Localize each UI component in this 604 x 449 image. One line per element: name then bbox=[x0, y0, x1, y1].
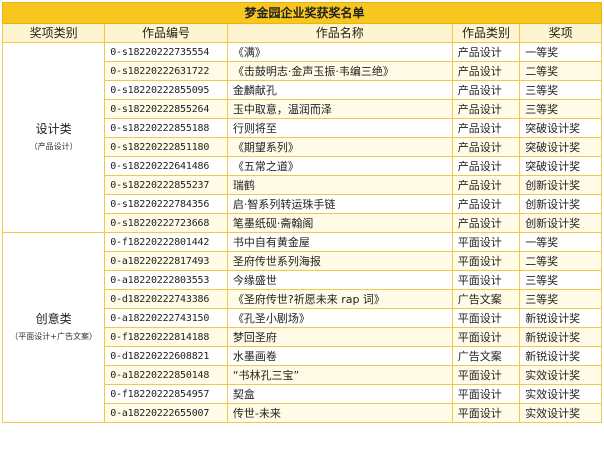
work-id-cell: 0-s18220222641486 bbox=[104, 156, 228, 176]
work-name-cell: 笔墨纸砚·斋翰阁 bbox=[226, 213, 453, 233]
work-id-cell: 0-a18220222850148 bbox=[104, 365, 228, 385]
award-cell: 三等奖 bbox=[519, 270, 602, 290]
award-cell: 三等奖 bbox=[519, 99, 602, 119]
work-id-cell: 0-s18220222735554 bbox=[104, 42, 228, 62]
work-name-cell: 金麟献孔 bbox=[226, 80, 453, 100]
work-id-cell: 0-s18220222723668 bbox=[104, 213, 228, 233]
award-cell: 二等奖 bbox=[519, 61, 602, 81]
work-id-cell: 0-d18220222743386 bbox=[104, 289, 228, 309]
work-type-cell: 平面设计 bbox=[451, 251, 521, 271]
work-name-cell: 行则将至 bbox=[226, 118, 453, 138]
category-cell: 创意类 （平面设计+广告文案） bbox=[1, 232, 106, 423]
work-name-cell: 契盒 bbox=[226, 384, 453, 404]
work-type-cell: 平面设计 bbox=[451, 327, 521, 347]
award-cell: 一等奖 bbox=[519, 232, 602, 252]
work-type-cell: 产品设计 bbox=[451, 194, 521, 214]
header-row: 奖项类别 作品编号 作品名称 作品类别 奖项 bbox=[1, 23, 602, 43]
header-award: 奖项 bbox=[519, 23, 602, 43]
work-id-cell: 0-a18220222803553 bbox=[104, 270, 228, 290]
award-cell: 实效设计奖 bbox=[519, 384, 602, 404]
award-cell: 三等奖 bbox=[519, 80, 602, 100]
award-cell: 新锐设计奖 bbox=[519, 346, 602, 366]
work-type-cell: 产品设计 bbox=[451, 118, 521, 138]
work-type-cell: 平面设计 bbox=[451, 403, 521, 423]
award-cell: 二等奖 bbox=[519, 251, 602, 271]
award-cell: 创新设计奖 bbox=[519, 194, 602, 214]
work-name-cell: 今缘盛世 bbox=[226, 270, 453, 290]
award-cell: 创新设计奖 bbox=[519, 213, 602, 233]
work-type-cell: 产品设计 bbox=[451, 61, 521, 81]
work-name-cell: 《期望系列》 bbox=[226, 137, 453, 157]
category-label: 设计类 bbox=[35, 121, 72, 136]
work-id-cell: 0-a18220222743150 bbox=[104, 308, 228, 328]
work-id-cell: 0-f18220222854957 bbox=[104, 384, 228, 404]
page-title: 梦金园企业奖获奖名单 bbox=[2, 2, 602, 24]
category-label: 创意类 bbox=[35, 311, 72, 326]
work-name-cell: 圣府传世系列海报 bbox=[226, 251, 453, 271]
title-row: 梦金园企业奖获奖名单 bbox=[2, 2, 602, 24]
work-id-cell: 0-s18220222784356 bbox=[104, 194, 228, 214]
work-name-cell: 启·智系列转运珠手链 bbox=[226, 194, 453, 214]
award-cell: 突破设计奖 bbox=[519, 137, 602, 157]
work-type-cell: 产品设计 bbox=[451, 42, 521, 62]
work-id-cell: 0-s18220222855188 bbox=[104, 118, 228, 138]
work-name-cell: 《孔圣小剧场》 bbox=[226, 308, 453, 328]
award-cell: 新锐设计奖 bbox=[519, 308, 602, 328]
work-name-cell: 《满》 bbox=[226, 42, 453, 62]
work-type-cell: 产品设计 bbox=[451, 137, 521, 157]
work-id-cell: 0-s18220222855264 bbox=[104, 99, 228, 119]
work-name-cell: 《圣府传世?祈愿未来 rap 词》 bbox=[226, 289, 453, 309]
header-work-id: 作品编号 bbox=[104, 23, 228, 43]
work-type-cell: 平面设计 bbox=[451, 384, 521, 404]
award-cell: 三等奖 bbox=[519, 289, 602, 309]
award-cell: 实效设计奖 bbox=[519, 403, 602, 423]
award-table: 梦金园企业奖获奖名单 奖项类别 作品编号 作品名称 作品类别 奖项 设计类 （产品… bbox=[1, 2, 602, 423]
work-type-cell: 广告文案 bbox=[451, 289, 521, 309]
work-name-cell: “书林孔三宝” bbox=[226, 365, 453, 385]
work-type-cell: 产品设计 bbox=[451, 80, 521, 100]
work-id-cell: 0-d18220222608821 bbox=[104, 346, 228, 366]
award-cell: 一等奖 bbox=[519, 42, 602, 62]
header-work-name: 作品名称 bbox=[226, 23, 453, 43]
work-id-cell: 0-s18220222855095 bbox=[104, 80, 228, 100]
award-cell: 实效设计奖 bbox=[519, 365, 602, 385]
work-id-cell: 0-s18220222855237 bbox=[104, 175, 228, 195]
work-name-cell: 《五常之道》 bbox=[226, 156, 453, 176]
work-name-cell: 梦回圣府 bbox=[226, 327, 453, 347]
table-row: 创意类 （平面设计+广告文案） 0-f18220222801442 书中自有黄金屋 平面… bbox=[1, 232, 602, 423]
award-cell: 突破设计奖 bbox=[519, 118, 602, 138]
work-name-cell: 水墨画卷 bbox=[226, 346, 453, 366]
work-id-cell: 0-s18220222631722 bbox=[104, 61, 228, 81]
work-name-cell: 玉中取意，温润而泽 bbox=[226, 99, 453, 119]
category-cell: 设计类 （产品设计） bbox=[1, 42, 106, 233]
work-type-cell: 产品设计 bbox=[451, 213, 521, 233]
work-name-cell: 传世-未来 bbox=[226, 403, 453, 423]
award-cell: 新锐设计奖 bbox=[519, 327, 602, 347]
work-type-cell: 广告文案 bbox=[451, 346, 521, 366]
work-type-cell: 产品设计 bbox=[451, 156, 521, 176]
category-sublabel: （平面设计+广告文案） bbox=[10, 331, 97, 341]
work-name-cell: 书中自有黄金屋 bbox=[226, 232, 453, 252]
work-type-cell: 平面设计 bbox=[451, 365, 521, 385]
work-type-cell: 平面设计 bbox=[451, 232, 521, 252]
award-cell: 突破设计奖 bbox=[519, 156, 602, 176]
work-id-cell: 0-a18220222817493 bbox=[104, 251, 228, 271]
work-id-cell: 0-s18220222851180 bbox=[104, 137, 228, 157]
work-type-cell: 平面设计 bbox=[451, 308, 521, 328]
work-id-cell: 0-a18220222655007 bbox=[104, 403, 228, 423]
work-type-cell: 产品设计 bbox=[451, 99, 521, 119]
award-cell: 创新设计奖 bbox=[519, 175, 602, 195]
category-sublabel: （产品设计） bbox=[29, 141, 78, 151]
work-id-cell: 0-f18220222801442 bbox=[104, 232, 228, 252]
work-name-cell: 瑞鹤 bbox=[226, 175, 453, 195]
header-award-category: 奖项类别 bbox=[1, 23, 106, 43]
header-work-type: 作品类别 bbox=[451, 23, 521, 43]
work-id-cell: 0-f18220222814188 bbox=[104, 327, 228, 347]
work-name-cell: 《击鼓明志·金声玉振·韦编三绝》 bbox=[226, 61, 453, 81]
table-row: 设计类 （产品设计） 0-s18220222735554 《满》 产品设计 一等奖 bbox=[1, 42, 602, 233]
work-type-cell: 产品设计 bbox=[451, 175, 521, 195]
work-type-cell: 平面设计 bbox=[451, 270, 521, 290]
